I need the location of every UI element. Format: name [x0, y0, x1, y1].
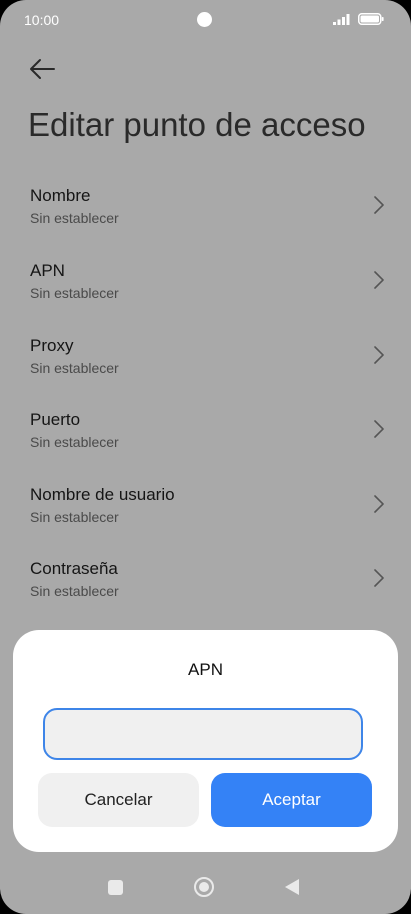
front-camera: [197, 12, 212, 27]
chevron-right-icon: [374, 569, 384, 587]
page-title: Editar punto de acceso: [28, 106, 366, 143]
chevron-right-icon: [374, 420, 384, 438]
list-item-value: Sin establecer: [30, 434, 119, 450]
list-item-value: Sin establecer: [30, 360, 119, 376]
list-item-title: Nombre: [30, 186, 91, 205]
list-item-value: Sin establecer: [30, 210, 119, 226]
apn-dialog: APN Cancelar Aceptar: [13, 630, 398, 852]
dialog-title: APN: [188, 660, 223, 679]
list-item-title: APN: [30, 261, 65, 280]
home-icon[interactable]: [193, 876, 215, 898]
list-item-title: Proxy: [30, 336, 74, 355]
status-time: 10:00: [24, 12, 60, 28]
list-item-proxy[interactable]: Proxy Sin establecer: [0, 330, 411, 400]
list-item-apn[interactable]: APN Sin establecer: [0, 255, 411, 325]
list-item-title: Nombre de usuario: [30, 485, 175, 504]
status-bar: 10:00: [0, 0, 411, 40]
cancel-button[interactable]: Cancelar: [38, 773, 199, 827]
chevron-right-icon: [374, 346, 384, 364]
nav-back-icon[interactable]: [284, 878, 300, 896]
apn-input[interactable]: [43, 708, 363, 760]
battery-icon: [358, 13, 384, 25]
chevron-right-icon: [374, 495, 384, 513]
list-item-contrasena[interactable]: Contraseña Sin establecer: [0, 553, 411, 623]
list-item-title: Contraseña: [30, 559, 118, 578]
list-item-title: Puerto: [30, 410, 81, 429]
chevron-right-icon: [374, 196, 384, 214]
list-item-nombre-de-usuario[interactable]: Nombre de usuario Sin establecer: [0, 479, 411, 549]
chevron-right-icon: [374, 271, 384, 289]
signal-icon: [333, 14, 350, 25]
list-item-value: Sin establecer: [30, 285, 119, 301]
list-item-value: Sin establecer: [30, 509, 119, 525]
recents-icon[interactable]: [108, 880, 123, 895]
list-item-value: Sin establecer: [30, 583, 119, 599]
navigation-bar: [0, 862, 411, 914]
accept-button[interactable]: Aceptar: [211, 773, 372, 827]
screen: 10:00 Editar punto de acceso Nombre Sin …: [0, 0, 411, 914]
list-item-nombre[interactable]: Nombre Sin establecer: [0, 180, 411, 250]
list-item-puerto[interactable]: Puerto Sin establecer: [0, 404, 411, 474]
back-arrow-icon[interactable]: [27, 55, 57, 83]
